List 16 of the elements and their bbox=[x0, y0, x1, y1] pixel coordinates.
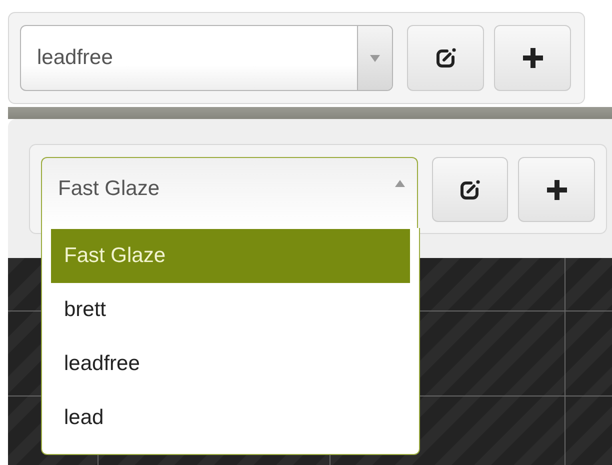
edit-icon bbox=[459, 178, 482, 200]
add-button[interactable] bbox=[518, 157, 596, 222]
profile-select[interactable]: leadfree bbox=[20, 25, 393, 91]
dropdown-option[interactable]: lead bbox=[51, 391, 410, 445]
caret-down-icon bbox=[370, 54, 380, 62]
edit-button[interactable] bbox=[432, 157, 508, 222]
plus-icon bbox=[522, 47, 544, 69]
selected-value: Fast Glaze bbox=[57, 176, 161, 201]
edit-button[interactable] bbox=[407, 25, 484, 91]
selected-value: leadfree bbox=[36, 46, 114, 70]
plus-icon bbox=[546, 178, 568, 200]
dropdown-option[interactable]: brett bbox=[51, 283, 410, 337]
add-button[interactable] bbox=[494, 25, 571, 91]
edit-icon bbox=[434, 47, 456, 69]
caret-up-icon bbox=[394, 180, 405, 187]
dropdown-option[interactable]: leadfree bbox=[51, 337, 410, 391]
